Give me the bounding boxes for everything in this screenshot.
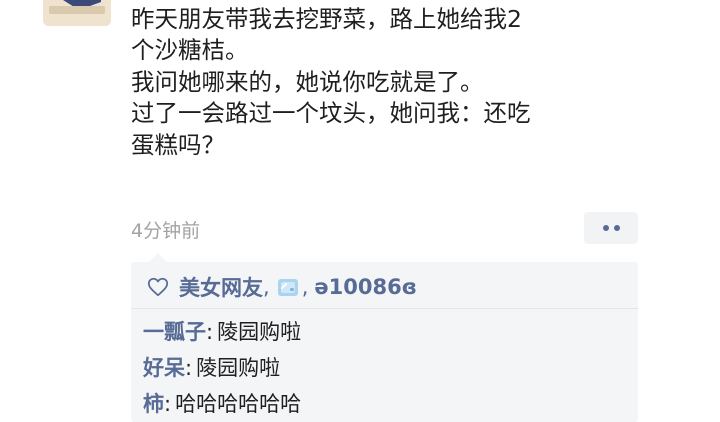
like-separator: ,	[263, 275, 270, 299]
panel-pointer	[149, 253, 167, 262]
heart-outline-icon	[147, 277, 169, 297]
post-line: 昨天朋友带我去挖野菜，路上她给我2	[131, 5, 522, 33]
post-line: 我问她哪来的，她说你吃就是了。	[131, 67, 484, 96]
comment-item[interactable]: 好呆: 陵园购啦	[143, 352, 280, 382]
likes-row: 美女网友 , , ə10086ɞ	[147, 272, 628, 302]
comment-author[interactable]: 好呆	[143, 356, 185, 380]
comment-colon: :	[164, 392, 172, 416]
post-meta-row: 4分钟前	[131, 212, 641, 246]
comment-text: 陵园购啦	[196, 356, 281, 380]
liker-name[interactable]: 美女网友	[179, 272, 263, 302]
post-line: 蛋糕吗？	[131, 130, 225, 159]
avatar[interactable]	[43, 0, 111, 26]
comment-item[interactable]: 一瓢子: 陵园购啦	[143, 316, 301, 346]
like-separator: ,	[301, 275, 309, 299]
post-text: 昨天朋友带我去挖野菜，路上她给我2 个沙糖桔。 我问她哪来的，她说你吃就是了。 …	[131, 4, 691, 161]
comment-author[interactable]: 柿	[143, 392, 164, 416]
avatar-image	[43, 0, 111, 26]
divider	[131, 308, 638, 309]
post-line: 过了一会路过一个坟头，她问我：还吃	[131, 99, 531, 128]
comment-text: 哈哈哈哈哈哈	[175, 392, 302, 416]
post-line: 个沙糖桔。	[131, 36, 249, 65]
comment-colon: :	[185, 356, 193, 380]
comment-author[interactable]: 一瓢子	[143, 320, 206, 344]
liker-name[interactable]: ə10086ɞ	[314, 275, 417, 299]
comment-item[interactable]: 柿: 哈哈哈哈哈哈	[143, 388, 301, 418]
post-timestamp: 4分钟前	[131, 220, 201, 242]
ice-cube-emoji-icon[interactable]	[276, 276, 300, 298]
more-dots-icon	[602, 225, 620, 231]
comment-colon: :	[206, 320, 214, 344]
interaction-panel: 美女网友 , , ə10086ɞ 一瓢子: 陵园购啦 好呆: 陵园购啦 柿: 哈哈哈哈…	[131, 253, 638, 422]
comment-text: 陵园购啦	[217, 320, 302, 344]
more-actions-button[interactable]	[584, 212, 638, 244]
